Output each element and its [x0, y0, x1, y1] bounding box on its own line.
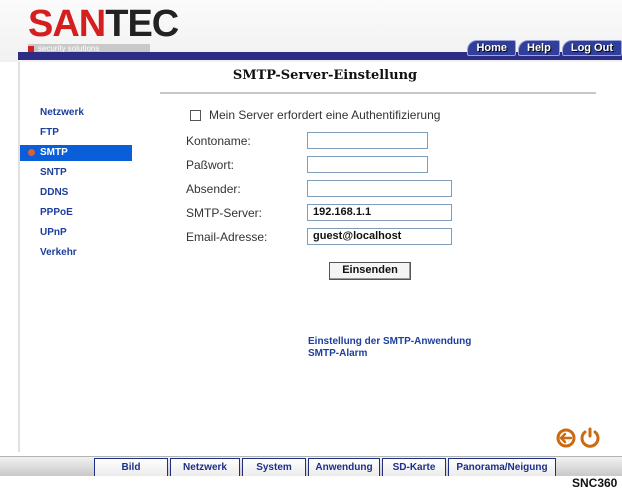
sidebar-item-verkehr[interactable]: Verkehr: [20, 245, 150, 261]
submit-button[interactable]: Einsenden: [329, 262, 411, 280]
smtp-server-label: SMTP-Server:: [186, 206, 263, 220]
tab-panorama-neigung[interactable]: Panorama/Neigung: [448, 458, 556, 477]
auth-row: Mein Server erfordert eine Authentifizie…: [190, 106, 440, 124]
top-nav: Home Help Log Out: [465, 40, 622, 56]
field-row-absender: Absender:: [186, 180, 606, 200]
page-actions-svg: [556, 427, 600, 448]
field-row-kontoname: Kontoname:: [186, 132, 606, 152]
sidebar-item-sntp[interactable]: SNTP: [20, 165, 150, 181]
smtp-alarm-link[interactable]: SMTP-Alarm: [308, 348, 471, 360]
tab-anwendung[interactable]: Anwendung: [308, 458, 380, 477]
related-links: Einstellung der SMTP-Anwendung SMTP-Alar…: [308, 336, 471, 360]
bottom-nav: Bild Netzwerk System Anwendung SD-Karte …: [0, 456, 622, 477]
email-label: Email-Adresse:: [186, 230, 268, 244]
passwort-input[interactable]: [307, 156, 428, 173]
footer-strip: [0, 476, 622, 488]
sidebar: Netzwerk FTP SMTP SNTP DDNS PPPoE UPnP V…: [20, 105, 150, 265]
back-arrow-icon[interactable]: [556, 428, 576, 448]
kontoname-label: Kontoname:: [186, 134, 251, 148]
home-button[interactable]: Home: [467, 40, 516, 56]
field-row-email: Email-Adresse: guest@localhost: [186, 228, 606, 248]
logout-button[interactable]: Log Out: [561, 40, 622, 56]
sidebar-item-label: SMTP: [40, 147, 68, 158]
passwort-label: Paßwort:: [186, 158, 235, 172]
sidebar-item-pppoe[interactable]: PPPoE: [20, 205, 150, 221]
sidebar-item-upnp[interactable]: UPnP: [20, 225, 150, 241]
sidebar-item-smtp[interactable]: SMTP: [20, 145, 132, 161]
page-actions: [555, 426, 605, 450]
smtp-server-input[interactable]: 192.168.1.1: [307, 204, 452, 221]
absender-label: Absender:: [186, 182, 241, 196]
sidebar-item-ftp[interactable]: FTP: [20, 125, 150, 141]
email-input[interactable]: guest@localhost: [307, 228, 452, 245]
tab-sd-karte[interactable]: SD-Karte: [382, 458, 446, 477]
smtp-app-link[interactable]: Einstellung der SMTP-Anwendung: [308, 336, 471, 348]
tab-system[interactable]: System: [242, 458, 306, 477]
title-divider: [160, 92, 596, 94]
help-button[interactable]: Help: [518, 40, 560, 56]
kontoname-input[interactable]: [307, 132, 428, 149]
refresh-icon[interactable]: [580, 427, 600, 448]
auth-checkbox[interactable]: [190, 109, 201, 121]
auth-label: Mein Server erfordert eine Authentifizie…: [209, 108, 441, 122]
absender-input[interactable]: [307, 180, 452, 197]
field-row-smtp-server: SMTP-Server: 192.168.1.1: [186, 204, 606, 224]
field-row-passwort: Paßwort:: [186, 156, 606, 176]
tab-bild[interactable]: Bild: [94, 458, 168, 477]
sidebar-item-ddns[interactable]: DDNS: [20, 185, 150, 201]
tab-netzwerk[interactable]: Netzwerk: [170, 458, 240, 477]
active-indicator-icon: [28, 149, 35, 156]
sidebar-item-netzwerk[interactable]: Netzwerk: [20, 105, 150, 121]
brand-logo: SANTEC: [28, 3, 179, 45]
header: SANTEC security solutions Home Help Log …: [0, 0, 622, 62]
page-title: SMTP-Server-Einstellung: [232, 68, 418, 83]
